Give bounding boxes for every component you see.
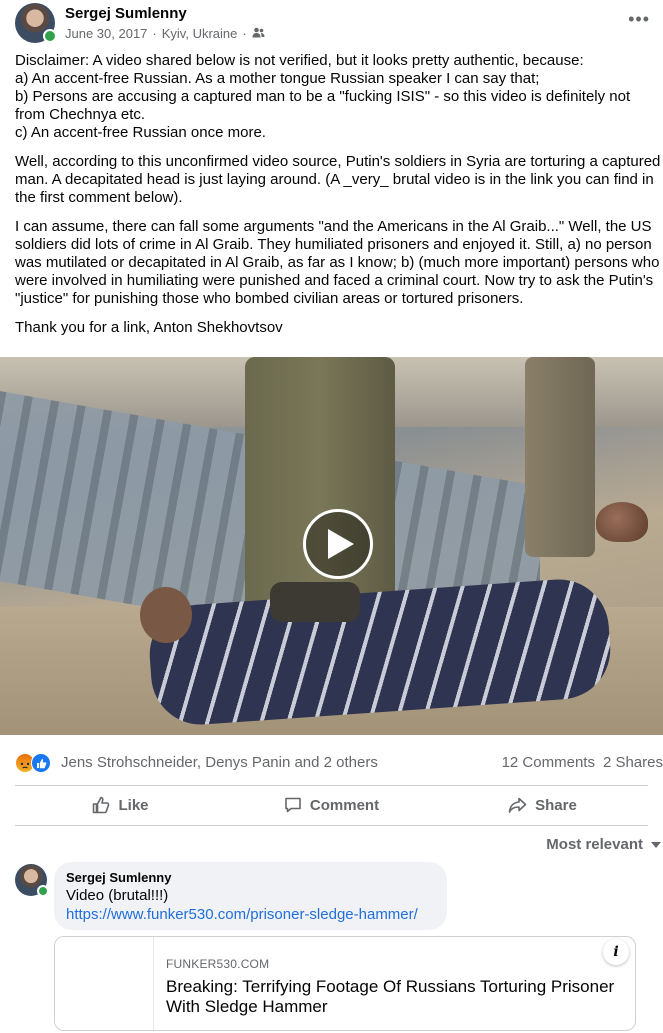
comment-sort-dropdown[interactable]: Most relevant xyxy=(546,836,661,853)
info-icon[interactable]: i xyxy=(603,939,629,965)
friends-icon[interactable] xyxy=(252,26,265,41)
post-paragraph: I can assume, there can fall some argume… xyxy=(15,218,660,307)
comment-icon xyxy=(285,797,301,813)
comment-sort-label: Most relevant xyxy=(546,836,643,853)
meta-separator: · xyxy=(242,26,247,41)
like-outline-icon xyxy=(93,796,110,814)
share-icon xyxy=(508,797,527,813)
share-label: Share xyxy=(535,796,577,814)
post-paragraph: Disclaimer: A video shared below is not … xyxy=(15,52,631,141)
link-thumbnail xyxy=(55,937,154,1030)
comment-link[interactable]: https://www.funker530.com/prisoner-sledg… xyxy=(66,905,435,924)
post-paragraph: Thank you for a link, Anton Shekhovtsov xyxy=(15,319,283,336)
comment-label: Comment xyxy=(309,796,380,814)
like-button[interactable]: Like xyxy=(15,786,226,824)
link-preview-card[interactable]: FUNKER530.COM Breaking: Terrifying Foota… xyxy=(54,936,636,1031)
link-title[interactable]: Breaking: Terrifying Footage Of Russians… xyxy=(166,977,626,1017)
shares-count[interactable]: 2 Shares xyxy=(603,754,663,771)
play-icon[interactable] xyxy=(303,509,373,579)
comments-count[interactable]: 12 Comments xyxy=(502,754,595,771)
link-domain: FUNKER530.COM xyxy=(166,957,270,971)
divider xyxy=(15,825,648,826)
reactions-bar: Jens Strohschneider, Denys Panin and 2 o… xyxy=(15,752,663,774)
share-button[interactable]: Share xyxy=(437,786,648,824)
author-avatar[interactable] xyxy=(15,3,57,43)
video-player[interactable] xyxy=(0,357,663,735)
video-frame-boot xyxy=(270,582,360,622)
video-frame-figure-head xyxy=(140,587,192,643)
video-frame-soldier xyxy=(525,357,595,557)
post-actions: Like Comment Share xyxy=(15,786,648,824)
post-meta: June 30, 2017 · Kyiv, Ukraine · xyxy=(65,26,265,41)
post-paragraph: Well, according to this unconfirmed vide… xyxy=(15,153,661,206)
online-status-icon xyxy=(37,885,49,897)
meta-separator: · xyxy=(152,26,157,41)
commenter-avatar[interactable] xyxy=(15,864,49,897)
engagement-counts: 12 Comments 2 Shares xyxy=(502,754,663,771)
more-dots-icon[interactable]: ••• xyxy=(628,9,650,30)
like-label: Like xyxy=(118,796,149,814)
reaction-icons[interactable] xyxy=(15,753,55,773)
comment-bubble: Sergej Sumlenny Video (brutal!!!) https:… xyxy=(54,862,447,930)
comment-text: Video (brutal!!!) xyxy=(66,887,169,904)
like-icon xyxy=(31,753,51,773)
online-status-icon xyxy=(43,29,57,43)
comment-author[interactable]: Sergej Sumlenny xyxy=(66,870,435,886)
author-name[interactable]: Sergej Sumlenny xyxy=(65,5,187,22)
post-date[interactable]: June 30, 2017 xyxy=(65,26,147,41)
video-frame-object xyxy=(596,502,648,542)
post-location[interactable]: Kyiv, Ukraine xyxy=(162,26,238,41)
caret-down-icon xyxy=(651,841,661,848)
post-text: Disclaimer: A video shared below is not … xyxy=(15,52,661,348)
comment-button[interactable]: Comment xyxy=(226,786,437,824)
reaction-names[interactable]: Jens Strohschneider, Denys Panin and 2 o… xyxy=(61,754,378,771)
post-header: Sergej Sumlenny June 30, 2017 · Kyiv, Uk… xyxy=(15,3,655,47)
